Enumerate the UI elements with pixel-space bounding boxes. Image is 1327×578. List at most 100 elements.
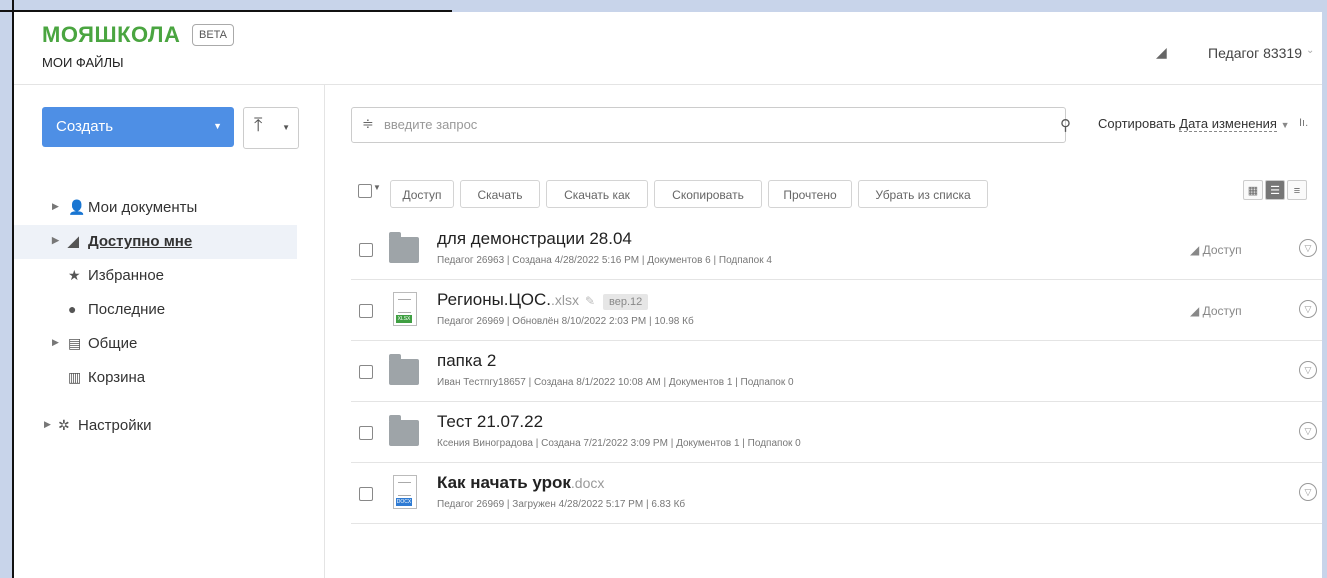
file-row[interactable]: DOCX Как начать урок.docx Педагог 26969 …: [351, 463, 1322, 524]
row-checkbox[interactable]: [359, 487, 373, 501]
sidebar-item-trash[interactable]: ▥ Корзина: [14, 361, 297, 395]
share-icon: ◢: [1156, 44, 1167, 60]
trash-icon: ▥: [68, 369, 82, 385]
file-row[interactable]: папка 2 Иван Тестпгу18657 | Создана 8/1/…: [351, 341, 1322, 402]
shared-drive-icon: ▤: [68, 335, 82, 351]
row-menu-icon[interactable]: ▽: [1299, 483, 1317, 501]
access-label: Доступ: [1202, 243, 1242, 257]
copy-button[interactable]: Скопировать: [654, 180, 762, 208]
sort-direction-icon[interactable]: Iı.: [1299, 117, 1308, 129]
expand-arrow-icon[interactable]: ▶: [52, 235, 59, 246]
chevron-down-icon: ▼: [282, 123, 290, 132]
page-title: МОИ ФАЙЛЫ: [42, 55, 124, 70]
list-view-icon[interactable]: ≡: [1287, 180, 1307, 200]
folder-icon: [389, 353, 419, 387]
access-indicator[interactable]: ◢ Доступ: [1190, 304, 1242, 318]
remove-from-list-button[interactable]: Убрать из списка: [858, 180, 988, 208]
expand-arrow-icon[interactable]: ▶: [52, 337, 59, 348]
chevron-down-icon[interactable]: ▼: [213, 121, 222, 131]
star-icon: ★: [68, 267, 81, 283]
file-meta: Педагог 26969 | Загружен 4/28/2022 5:17 …: [437, 499, 686, 510]
file-name[interactable]: Тест 21.07.22: [437, 412, 543, 432]
access-indicator[interactable]: ◢ Доступ: [1190, 243, 1242, 257]
sidebar-item-favorites[interactable]: ★ Избранное: [14, 259, 297, 293]
file-name-text: Как начать урок: [437, 473, 571, 492]
chevron-down-icon[interactable]: ⌄: [1306, 45, 1314, 56]
file-type-tag: DOCX: [396, 498, 412, 506]
folder-icon: [389, 231, 419, 265]
sidebar-item-label: Доступно мне: [88, 233, 193, 250]
folder-icon: [389, 414, 419, 448]
version-badge: вер.12: [603, 294, 649, 310]
file-extension: .xlsx: [550, 292, 579, 308]
expand-arrow-icon[interactable]: ▶: [52, 201, 59, 212]
sidebar-item-shared-with-me[interactable]: ▶ ◢ Доступно мне: [14, 225, 297, 259]
row-menu-icon[interactable]: ▽: [1299, 422, 1317, 440]
sort-label: Сортировать: [1098, 116, 1176, 131]
row-checkbox[interactable]: [359, 365, 373, 379]
select-all-checkbox[interactable]: [358, 184, 372, 198]
file-name[interactable]: для демонстрации 28.04: [437, 229, 632, 249]
file-name[interactable]: Как начать урок.docx: [437, 473, 604, 493]
chevron-down-icon[interactable]: ▼: [373, 183, 381, 192]
sidebar: Создать ▼ ⤒ ▼ ▶ 👤 Мои документы ▶ ◢ Дост…: [14, 85, 325, 578]
sidebar-item-shared[interactable]: ▶ ▤ Общие: [14, 327, 297, 361]
sort-control[interactable]: Сортировать Дата изменения ▼: [1098, 116, 1290, 132]
logo[interactable]: МОЯШКОЛА: [42, 22, 180, 48]
search-placeholder: введите запрос: [384, 117, 478, 132]
row-checkbox[interactable]: [359, 243, 373, 257]
expand-arrow-icon[interactable]: ▶: [44, 419, 51, 430]
xlsx-file-icon: XLSX: [389, 292, 419, 326]
file-row[interactable]: для демонстрации 28.04 Педагог 26963 | С…: [351, 219, 1322, 280]
row-menu-icon[interactable]: ▽: [1299, 361, 1317, 379]
file-extension: .docx: [570, 475, 605, 491]
sort-key[interactable]: Дата изменения: [1179, 116, 1277, 132]
app-window: МОЯШКОЛА BETA МОИ ФАЙЛЫ ◢ Педагог 83319 …: [14, 12, 1322, 578]
sidebar-item-my-documents[interactable]: ▶ 👤 Мои документы: [14, 191, 297, 225]
header: МОЯШКОЛА BETA МОИ ФАЙЛЫ ◢ Педагог 83319 …: [14, 12, 1322, 85]
download-button[interactable]: Скачать: [460, 180, 540, 208]
download-as-button[interactable]: Скачать как: [546, 180, 648, 208]
frame-right-panel: [1322, 0, 1327, 578]
chevron-down-icon[interactable]: ▼: [1281, 120, 1290, 130]
access-label: Доступ: [1202, 304, 1242, 318]
sidebar-item-label: Избранное: [88, 267, 165, 284]
sidebar-item-label: Мои документы: [88, 199, 198, 216]
row-menu-icon[interactable]: ▽: [1299, 300, 1317, 318]
file-meta: Иван Тестпгу18657 | Создана 8/1/2022 10:…: [437, 377, 794, 388]
row-checkbox[interactable]: [359, 304, 373, 318]
file-type-tag: XLSX: [396, 315, 412, 323]
create-label: Создать: [56, 118, 114, 135]
sidebar-item-label: Корзина: [88, 369, 146, 386]
file-meta: Ксения Виноградова | Создана 7/21/2022 3…: [437, 438, 801, 449]
share-icon: ◢: [68, 233, 79, 249]
row-checkbox[interactable]: [359, 426, 373, 440]
beta-badge: BETA: [192, 24, 234, 46]
mark-read-button[interactable]: Прочтено: [768, 180, 852, 208]
upload-button[interactable]: ⤒ ▼: [243, 107, 299, 149]
file-meta: Педагог 26963 | Создана 4/28/2022 5:16 P…: [437, 255, 772, 266]
search-icon[interactable]: ⚲: [1060, 116, 1071, 134]
search-input[interactable]: ≑ введите запрос: [351, 107, 1066, 143]
clock-icon: ●: [68, 301, 77, 317]
docx-file-icon: DOCX: [389, 475, 419, 509]
sidebar-item-settings[interactable]: ▶ ✲ Настройки: [14, 409, 297, 443]
grid-view-icon[interactable]: ▦: [1243, 180, 1263, 200]
upload-icon: ⤒: [254, 115, 263, 136]
user-menu[interactable]: Педагог 83319: [1208, 45, 1302, 61]
file-name[interactable]: Регионы.ЦОС..xlsx ✎ вер.12: [437, 290, 649, 310]
sidebar-item-recent[interactable]: ● Последние: [14, 293, 297, 327]
gear-icon: ✲: [58, 417, 70, 433]
detail-view-icon[interactable]: ☰: [1265, 180, 1285, 200]
row-menu-icon[interactable]: ▽: [1299, 239, 1317, 257]
user-icon: 👤: [68, 199, 86, 215]
file-name[interactable]: папка 2: [437, 351, 496, 371]
pencil-icon[interactable]: ✎: [585, 294, 595, 308]
create-button[interactable]: Создать ▼: [42, 107, 234, 147]
access-button[interactable]: Доступ: [390, 180, 454, 208]
file-row[interactable]: XLSX Регионы.ЦОС..xlsx ✎ вер.12 Педагог 26…: [351, 280, 1322, 341]
filter-icon[interactable]: ≑: [362, 115, 374, 132]
file-meta: Педагог 26969 | Обновлён 8/10/2022 2:03 …: [437, 316, 694, 327]
file-row[interactable]: Тест 21.07.22 Ксения Виноградова | Созда…: [351, 402, 1322, 463]
sidebar-item-label: Настройки: [78, 417, 152, 434]
